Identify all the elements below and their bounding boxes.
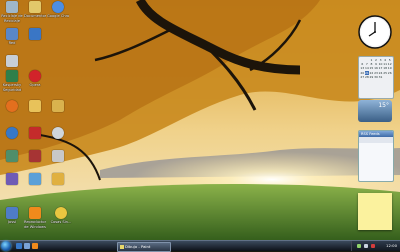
calendar-day[interactable] <box>387 75 392 79</box>
taskbar-window-paint[interactable]: Dibujo - Paint <box>117 242 171 252</box>
taskbar-window-title: Dibujo - Paint <box>125 244 151 249</box>
user-folder-label: Jossi <box>7 220 16 224</box>
tool-icon[interactable] <box>47 173 69 199</box>
game-glyph <box>29 150 41 162</box>
chrome-icon[interactable]: Google Chrome <box>47 1 69 27</box>
weather-temperature: 15° <box>378 102 389 109</box>
tool-glyph <box>6 173 18 185</box>
recycle-bin-icon[interactable]: Reciclaje de Reciclaje <box>1 1 23 27</box>
cd-glyph <box>52 127 64 139</box>
windows-sidebar: 1 2 3 4 5 6 7 8 9 10 11 12 13 14 15 16 1… <box>355 0 400 240</box>
network-icon[interactable]: Red <box>1 28 23 54</box>
media-player-label: Reproductor <box>24 220 46 224</box>
tool-glyph <box>29 173 41 185</box>
player-glyph <box>29 207 41 219</box>
opera-icon[interactable]: Opera <box>24 70 46 96</box>
tool-icon[interactable] <box>24 173 46 199</box>
cosas-glyph <box>55 207 67 219</box>
chrome-label: Google Chrome <box>47 14 69 18</box>
feed-headlines-gadget[interactable]: RSS Feeds <box>358 130 394 182</box>
mail-icon[interactable] <box>24 28 46 54</box>
media-player-icon[interactable]: Reproductor de Windows <box>24 207 46 233</box>
media-glyph <box>6 150 18 162</box>
network-glyph <box>6 28 18 40</box>
documents-folder-icon[interactable]: Documentos <box>24 1 46 27</box>
volume-tray-icon[interactable] <box>364 244 368 248</box>
folder-icon[interactable] <box>24 100 46 126</box>
quick-launch-desktop-icon[interactable] <box>24 243 30 249</box>
folder-glyph <box>52 100 64 112</box>
cosas-icon[interactable]: Cosas Sin... <box>50 207 72 233</box>
opera-label: Opera <box>29 83 41 87</box>
chrome-glyph <box>52 1 64 13</box>
folder-glyph <box>29 100 41 112</box>
game-glyph <box>52 150 64 162</box>
tool-glyph <box>52 173 64 185</box>
quick-launch-ie-icon[interactable] <box>16 243 22 249</box>
network-label: Red <box>8 41 16 45</box>
recycle-bin-label-2: Reciclaje <box>4 19 20 23</box>
ie-glyph <box>6 127 18 139</box>
folder-glyph <box>29 1 41 13</box>
antivirus-label-2: Seguridad <box>2 88 22 92</box>
cosas-label: Cosas Sin... <box>50 220 72 224</box>
calendar-gadget[interactable]: 1 2 3 4 5 6 7 8 9 10 11 12 13 14 15 16 1… <box>358 56 394 99</box>
sticky-note-gadget[interactable] <box>358 193 392 230</box>
quick-launch-media-icon[interactable] <box>32 243 38 249</box>
user-glyph <box>6 207 18 219</box>
firefox-glyph <box>6 100 18 112</box>
user-folder-icon[interactable]: Jossi <box>1 207 23 233</box>
firefox-icon[interactable] <box>1 100 23 126</box>
tool-icon[interactable] <box>1 173 23 199</box>
clock-gadget[interactable] <box>358 15 392 49</box>
media-player-label-2: de Windows <box>24 225 46 229</box>
antivirus-glyph <box>6 70 18 82</box>
calendar-grid: 1 2 3 4 5 6 7 8 9 10 11 12 13 14 15 16 1… <box>359 57 393 80</box>
taskbar: Dibujo - Paint 12:00 <box>0 240 400 252</box>
mail-glyph <box>29 28 41 40</box>
documents-label: Documentos <box>24 14 46 18</box>
weather-gadget[interactable]: 15° <box>358 100 392 122</box>
antivirus-label: Kaspersky <box>2 83 22 87</box>
antivirus-icon[interactable]: Kaspersky Seguridad <box>1 70 23 96</box>
acrobat-glyph <box>29 127 41 139</box>
usb-glyph <box>6 55 18 67</box>
security-tray-icon[interactable] <box>371 244 375 248</box>
recycle-bin-glyph <box>6 1 18 13</box>
folder-icon[interactable] <box>47 100 69 126</box>
network-tray-icon[interactable] <box>357 244 361 248</box>
recycle-bin-label: Reciclaje de <box>1 14 23 18</box>
feed-item[interactable] <box>359 142 393 143</box>
opera-glyph <box>29 70 41 82</box>
paint-icon <box>120 245 124 249</box>
desktop[interactable]: Reciclaje de Reciclaje Documentos Google… <box>0 0 400 240</box>
